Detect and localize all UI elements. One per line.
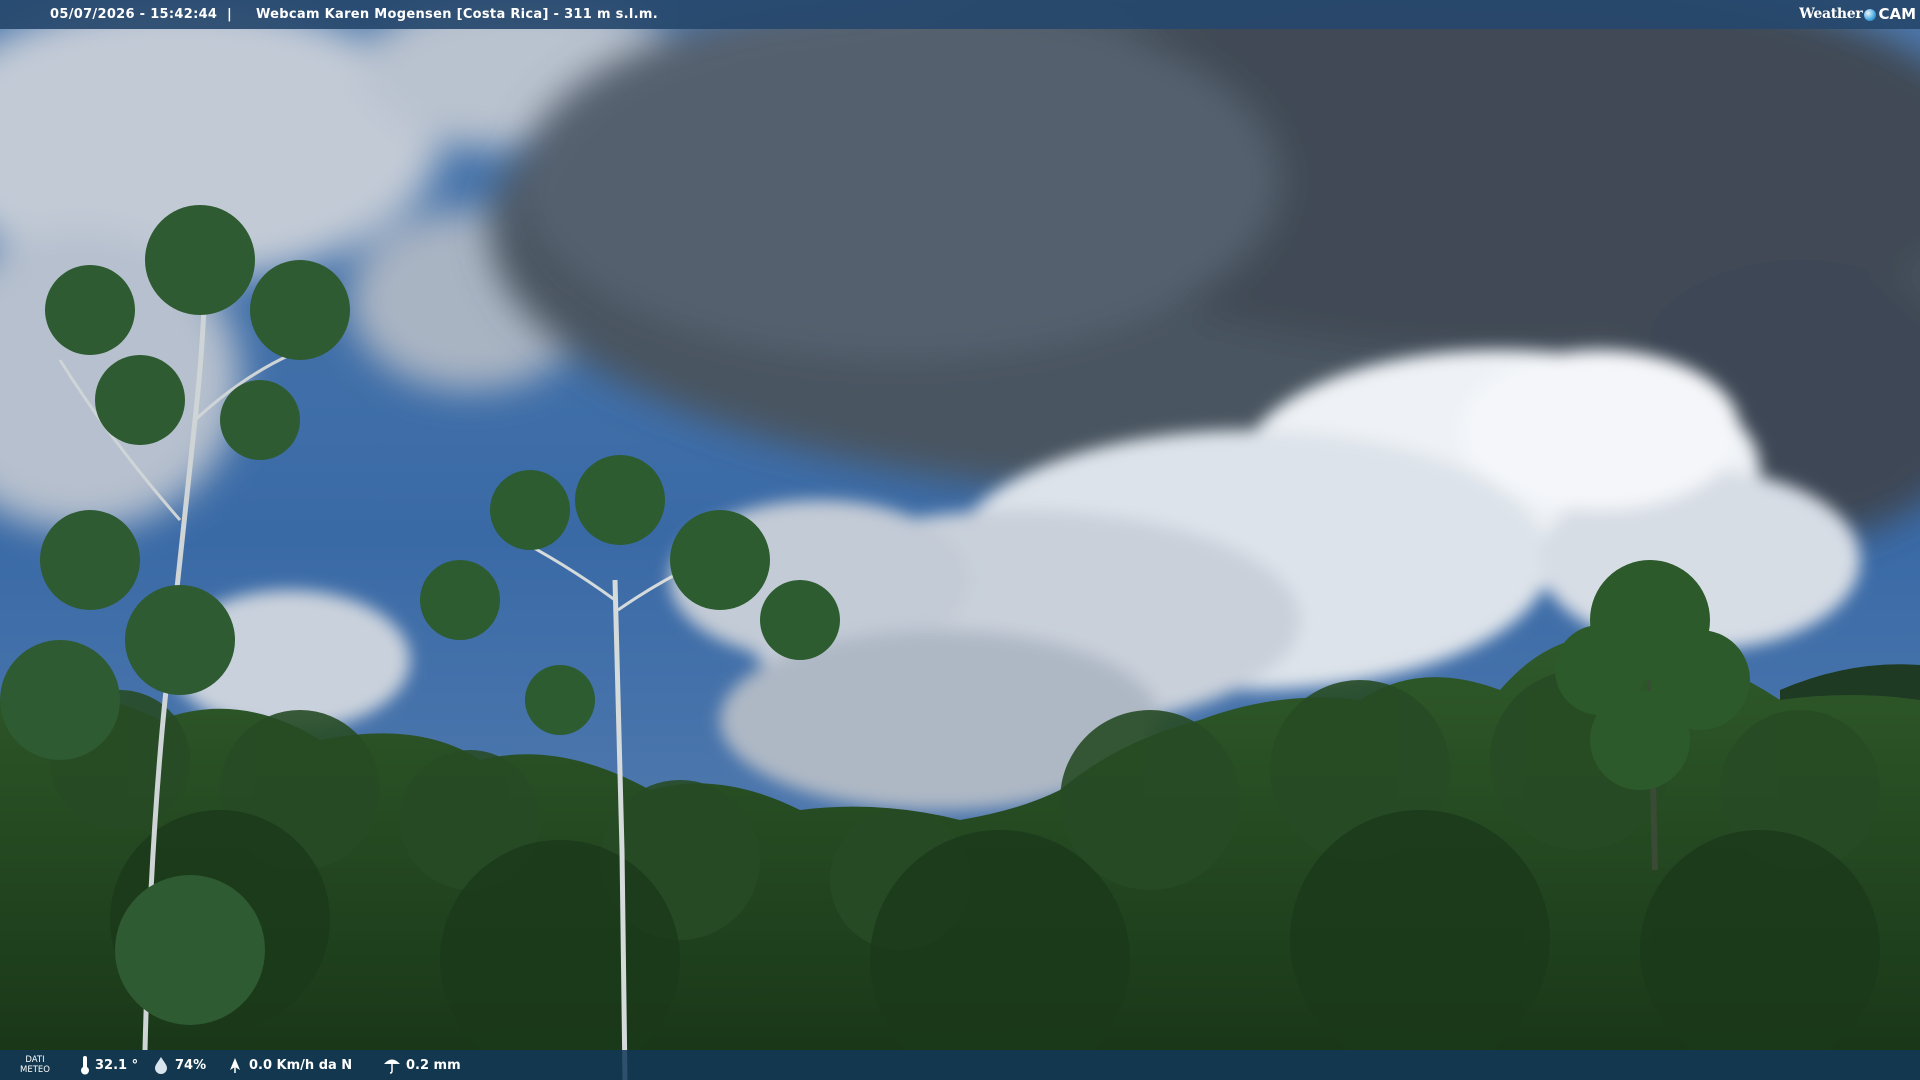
humidity-drop-icon (155, 1057, 167, 1074)
temperature-reading: 32.1 ° (80, 1050, 138, 1080)
logo-word-cam: CAM (1878, 5, 1916, 23)
weather-data-bar: DATI METEO 32.1 ° 74% 0.0 Km/h da N 0.2 … (0, 1050, 1920, 1080)
wind-value: 0.0 Km/h da N (249, 1057, 353, 1073)
dati-meteo-label: DATI METEO (18, 1055, 52, 1075)
thermometer-icon (81, 1056, 89, 1075)
rain-icon (384, 1059, 400, 1074)
weathercam-logo: Weather CAM (1799, 3, 1916, 26)
wind-reading: 0.0 Km/h da N (226, 1050, 352, 1080)
dati-label-line1: DATI (25, 1055, 45, 1065)
header-separator: | (227, 7, 232, 22)
globe-icon (1864, 8, 1877, 21)
temperature-value: 32.1 ° (95, 1057, 139, 1073)
webcam-title: Webcam Karen Mogensen [Costa Rica] - 311… (256, 7, 658, 22)
humidity-reading: 74% (152, 1050, 206, 1080)
wind-icon (230, 1058, 240, 1073)
logo-word-weather: Weather (1799, 6, 1863, 22)
webcam-image (0, 0, 1920, 1080)
top-info-bar: 05/07/2026 - 15:42:44 | Webcam Karen Mog… (0, 0, 1920, 29)
dati-label-line2: METEO (20, 1065, 50, 1075)
rain-value: 0.2 mm (406, 1057, 461, 1073)
rain-reading: 0.2 mm (383, 1050, 461, 1080)
datetime-stamp: 05/07/2026 - 15:42:44 (50, 7, 218, 22)
humidity-value: 74% (175, 1057, 207, 1073)
